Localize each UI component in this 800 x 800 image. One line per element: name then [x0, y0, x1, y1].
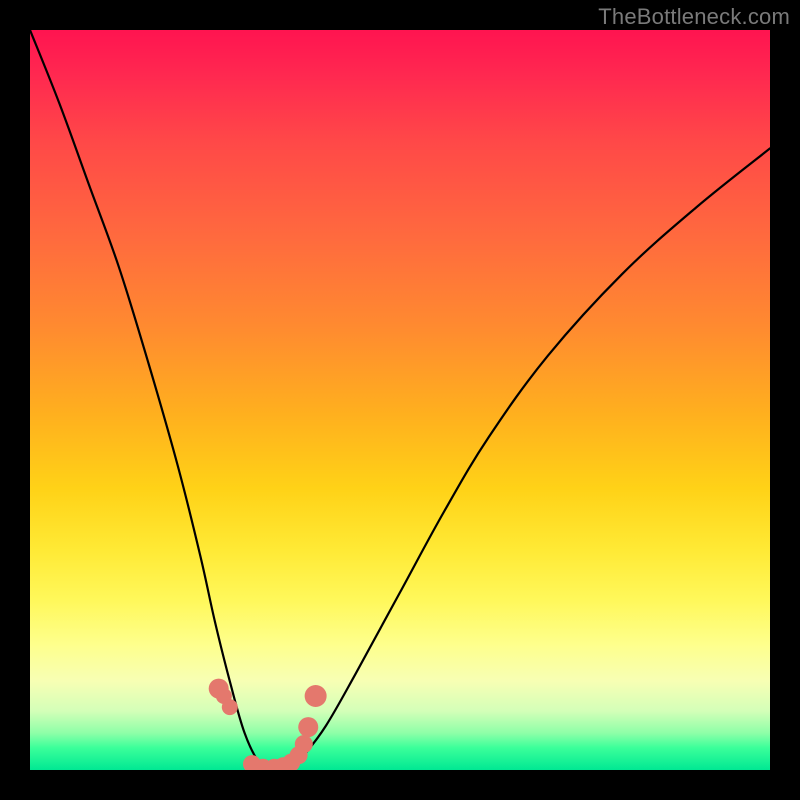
watermark-text: TheBottleneck.com	[598, 4, 790, 30]
highlight-dot	[295, 735, 313, 753]
highlight-dot	[298, 717, 318, 737]
plot-area	[30, 30, 770, 770]
highlight-dots	[209, 679, 327, 770]
chart-stage: TheBottleneck.com	[0, 0, 800, 800]
bottleneck-curve	[30, 30, 770, 770]
highlight-dot	[305, 685, 327, 707]
curve-layer	[30, 30, 770, 770]
highlight-dot	[222, 699, 238, 715]
